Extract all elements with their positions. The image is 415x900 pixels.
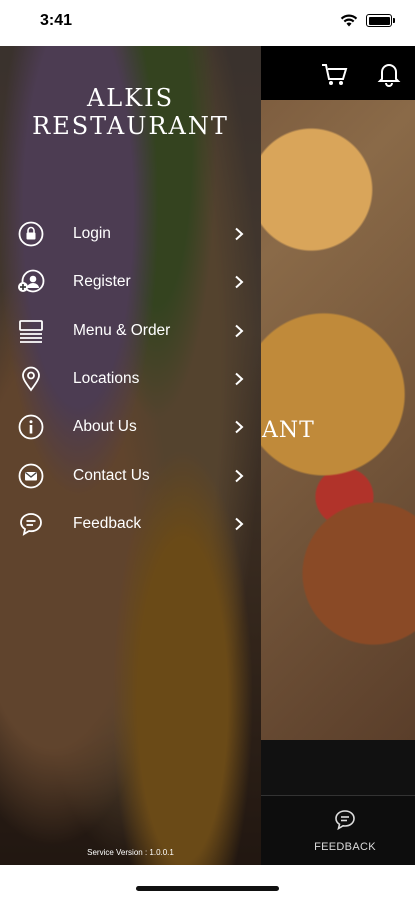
restaurant-logo: ALKIS RESTAURANT	[0, 84, 261, 140]
chat-bubble-icon	[17, 510, 45, 538]
chevron-right-icon	[235, 372, 244, 386]
status-icons	[340, 14, 395, 27]
brand-line-2: RESTAURANT	[32, 112, 229, 140]
chevron-right-icon	[235, 324, 244, 337]
bell-icon[interactable]	[375, 60, 403, 88]
mail-icon	[17, 462, 45, 490]
service-version-text: Service Version : 1.0.0.1	[87, 848, 174, 857]
feedback-tab-label: FEEDBACK	[314, 841, 376, 853]
menu-item-register[interactable]: Register	[0, 258, 261, 306]
menu-item-label: Feedback	[73, 514, 142, 532]
bottom-nav-feedback-tab[interactable]: FEEDBACK	[300, 808, 390, 853]
chat-bubble-icon	[335, 810, 355, 831]
battery-icon	[366, 14, 392, 27]
menu-item-label: Register	[73, 273, 131, 291]
cart-icon[interactable]	[320, 60, 348, 88]
side-drawer: ALKIS RESTAURANT Login Register Menu & O…	[0, 46, 261, 865]
location-pin-icon	[17, 365, 45, 393]
menu-item-label: About Us	[73, 418, 137, 436]
chevron-right-icon	[235, 227, 244, 241]
menu-item-label: Login	[73, 225, 111, 243]
menu-item-feedback[interactable]: Feedback	[0, 500, 261, 548]
info-icon	[17, 413, 45, 441]
chevron-right-icon	[235, 517, 244, 531]
menu-list-icon	[17, 317, 45, 345]
menu-item-menu-order[interactable]: Menu & Order	[0, 307, 261, 355]
chevron-right-icon	[235, 421, 244, 434]
home-area	[0, 865, 415, 900]
menu-item-label: Locations	[73, 370, 140, 388]
drawer-menu: Login Register Menu & Order Locations Ab…	[0, 210, 261, 548]
battery-tip	[393, 18, 395, 23]
chevron-right-icon	[235, 276, 244, 289]
menu-item-locations[interactable]: Locations	[0, 355, 261, 403]
wifi-icon	[340, 14, 358, 27]
home-indicator[interactable]	[136, 886, 279, 891]
menu-item-label: Contact Us	[73, 466, 150, 484]
menu-item-label: Menu & Order	[73, 321, 171, 339]
lock-icon	[17, 220, 45, 248]
status-time: 3:41	[40, 12, 73, 29]
status-bar: 3:41	[0, 0, 415, 46]
chevron-right-icon	[235, 469, 244, 482]
banner-brand-fragment: ANT	[262, 418, 315, 443]
register-user-icon	[17, 268, 45, 296]
menu-item-contact-us[interactable]: Contact Us	[0, 451, 261, 499]
menu-item-about-us[interactable]: About Us	[0, 403, 261, 451]
menu-item-login[interactable]: Login	[0, 210, 261, 258]
brand-line-1: ALKIS	[86, 84, 175, 112]
